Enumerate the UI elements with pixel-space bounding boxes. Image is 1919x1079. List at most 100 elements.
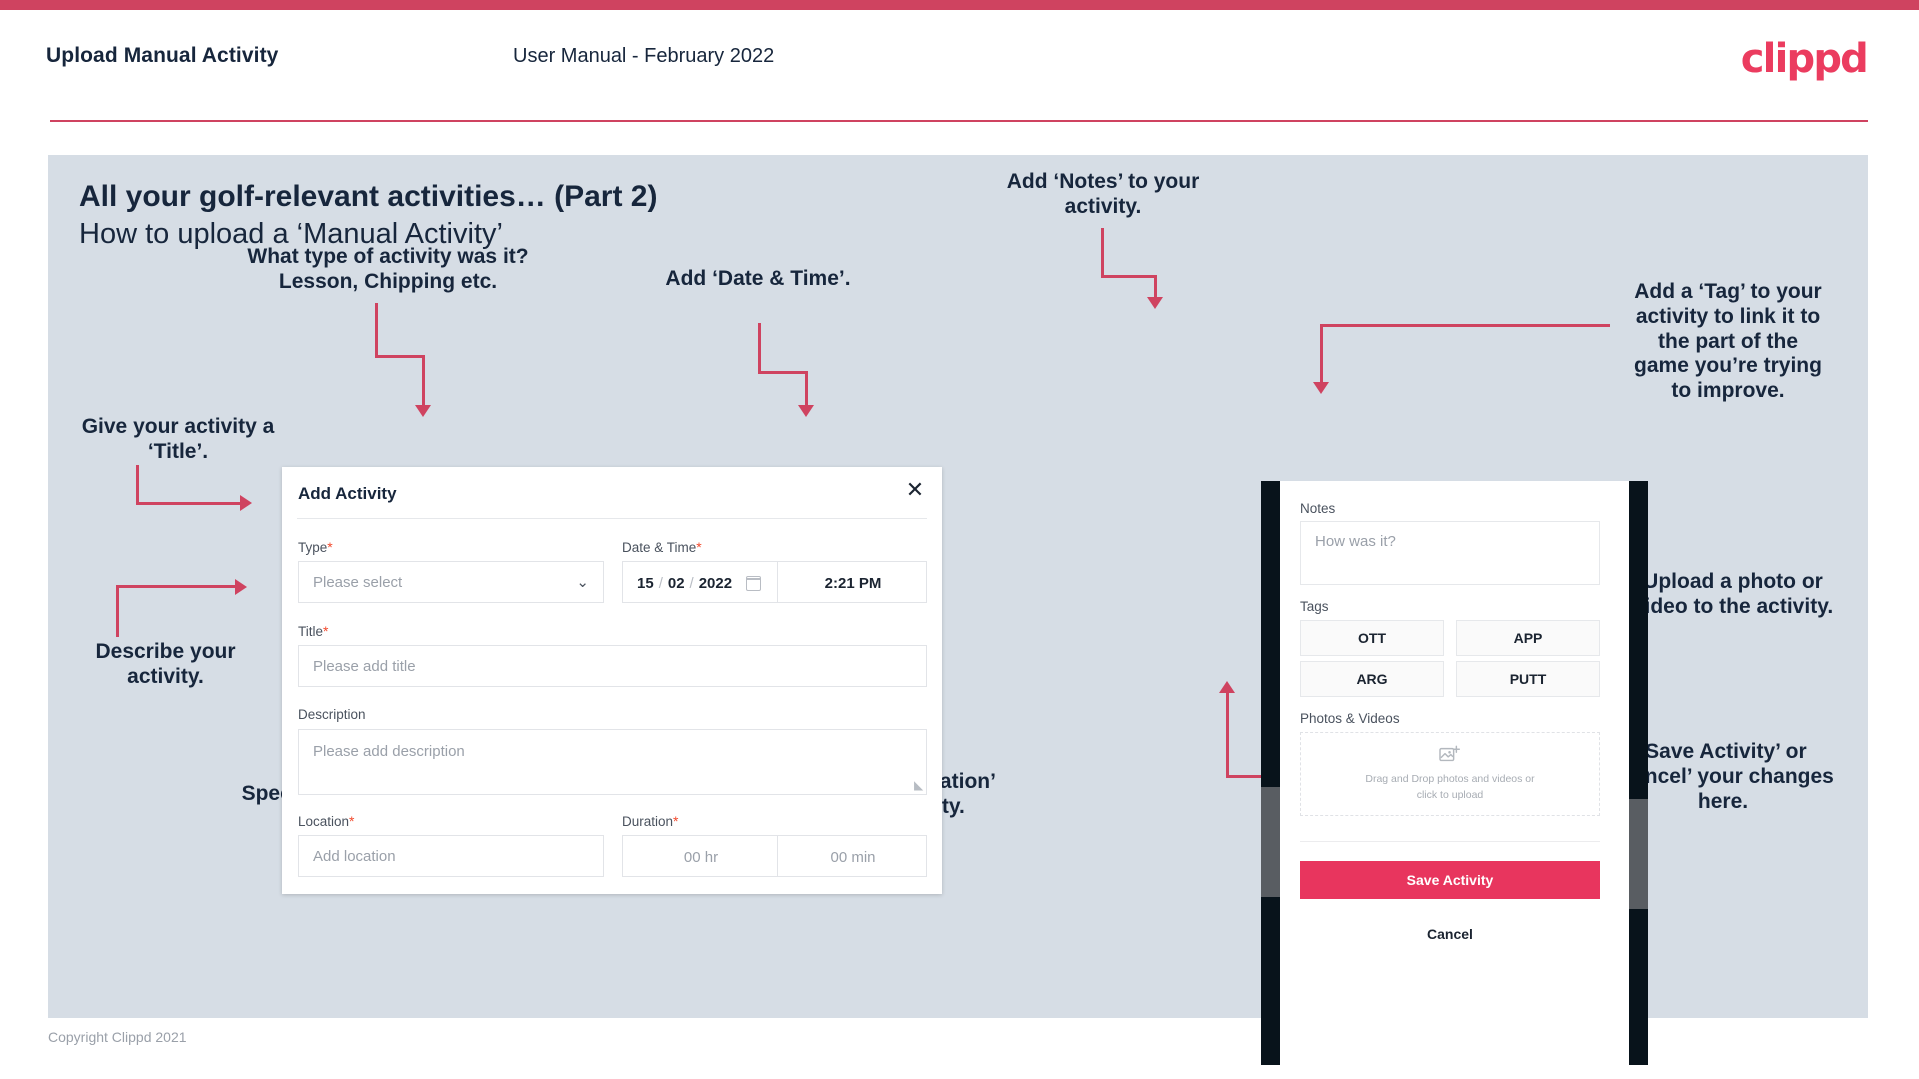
photo-upload-dropzone[interactable]: Drag and Drop photos and videos or click… [1300, 732, 1600, 816]
tag-button-putt-label: PUTT [1509, 671, 1547, 687]
footer-copyright: Copyright Clippd 2021 [48, 1029, 187, 1045]
description-placeholder: Please add description [313, 743, 465, 760]
description-label-text: Description [298, 707, 366, 722]
callout-tags: Add a ‘Tag’ to your activity to link it … [1634, 280, 1822, 403]
phone-actions-divider [1300, 841, 1600, 842]
resize-handle-icon[interactable]: ◢ [914, 778, 923, 792]
connector-notes-h [1101, 275, 1157, 278]
type-placeholder: Please select [313, 573, 403, 591]
callout-notes: Add ‘Notes’ to your activity. [1006, 170, 1200, 218]
date-day: 15 [637, 574, 654, 592]
connector-save-v [1226, 693, 1229, 777]
phone-bezel-left [1261, 481, 1280, 1065]
connector-type-v1 [375, 303, 378, 358]
type-select[interactable]: Please select ⌄ [298, 561, 604, 603]
duration-minutes-placeholder: 00 min [830, 848, 876, 866]
type-required-marker: * [327, 539, 333, 555]
connector-description-h [116, 585, 238, 588]
cancel-button[interactable]: Cancel [1300, 921, 1600, 947]
description-textarea[interactable]: Please add description ◢ [298, 729, 927, 795]
tag-button-ott[interactable]: OTT [1300, 620, 1444, 656]
connector-datetime-v2 [805, 371, 808, 408]
connector-datetime-h [758, 371, 808, 374]
duration-label-text: Duration [622, 814, 674, 829]
page-title: Upload Manual Activity [46, 44, 279, 67]
datetime-required-marker: * [696, 539, 702, 555]
title-placeholder: Please add title [313, 657, 416, 675]
phone-power-button-right [1629, 799, 1648, 909]
clippd-logo: clippd [1740, 36, 1869, 82]
notes-label: Notes [1300, 501, 1336, 516]
add-image-icon [1439, 745, 1460, 762]
callout-photos: Upload a photo or video to the activity. [1632, 570, 1834, 618]
connector-tags-h [1320, 324, 1610, 327]
title-label: Title* [298, 623, 328, 639]
notes-placeholder: How was it? [1315, 533, 1396, 550]
date-separator-1: / [658, 574, 663, 592]
callout-description: Describe your activity. [95, 640, 236, 688]
date-input[interactable]: 15 / 02 / 2022 [622, 561, 778, 603]
connector-description-arrow [235, 579, 247, 595]
connector-tags-v [1320, 324, 1323, 385]
phone-volume-button-left [1261, 787, 1280, 897]
tag-button-app[interactable]: APP [1456, 620, 1600, 656]
connector-description-v [116, 587, 119, 637]
save-activity-button[interactable]: Save Activity [1300, 861, 1600, 899]
tag-button-putt[interactable]: PUTT [1456, 661, 1600, 697]
tag-button-arg[interactable]: ARG [1300, 661, 1444, 697]
title-label-text: Title [298, 624, 324, 639]
callout-datetime: Add ‘Date & Time’. [665, 267, 851, 290]
phone-screen: Notes How was it? Tags OTT APP ARG PUTT … [1280, 481, 1629, 1065]
tags-label: Tags [1300, 599, 1329, 614]
duration-label: Duration* [622, 813, 678, 829]
add-activity-dialog: Add Activity ✕ Type* Please select ⌄ Dat… [282, 467, 942, 894]
callout-type: What type of activity was it? Lesson, Ch… [247, 245, 529, 293]
slide-canvas: All your golf-relevant activities… (Part… [48, 155, 1868, 1065]
connector-title-arrow [240, 495, 252, 511]
time-input[interactable]: 2:21 PM [777, 561, 927, 603]
connector-datetime-arrow [798, 405, 814, 417]
title-input[interactable]: Please add title [298, 645, 927, 687]
duration-required-marker: * [673, 813, 679, 829]
title-required-marker: * [323, 623, 329, 639]
dialog-header-divider [297, 518, 927, 519]
save-activity-label: Save Activity [1406, 872, 1494, 888]
header-subtitle: User Manual - February 2022 [513, 45, 775, 67]
photo-upload-hint: Drag and Drop photos and videos or click… [1365, 773, 1535, 801]
slide-title: All your golf-relevant activities… (Part… [79, 180, 658, 213]
header-divider [50, 120, 1868, 122]
connector-notes-arrow [1147, 297, 1163, 309]
duration-hours-input[interactable]: 00 hr [622, 835, 778, 877]
top-accent-bar [0, 0, 1919, 10]
connector-type-v2 [422, 355, 425, 408]
chevron-down-icon: ⌄ [576, 574, 589, 591]
connector-save-arrow [1219, 681, 1235, 693]
duration-minutes-input[interactable]: 00 min [777, 835, 927, 877]
location-required-marker: * [349, 813, 355, 829]
cancel-label: Cancel [1427, 926, 1473, 942]
tag-button-app-label: APP [1513, 630, 1543, 646]
connector-title-h [136, 502, 243, 505]
date-separator-2: / [689, 574, 694, 592]
connector-notes-v1 [1101, 228, 1104, 278]
connector-datetime-v1 [758, 323, 761, 373]
description-label: Description [298, 707, 366, 722]
type-label: Type* [298, 539, 333, 555]
location-placeholder: Add location [313, 847, 396, 865]
date-month: 02 [667, 574, 685, 592]
calendar-icon[interactable] [745, 575, 762, 591]
tag-button-ott-label: OTT [1358, 630, 1386, 646]
location-input[interactable]: Add location [298, 835, 604, 877]
datetime-label-text: Date & Time [622, 540, 697, 555]
dialog-title: Add Activity [298, 484, 397, 503]
date-year: 2022 [698, 574, 733, 592]
connector-title-v [136, 465, 139, 505]
tag-button-arg-label: ARG [1356, 671, 1388, 687]
phone-mockup: Notes How was it? Tags OTT APP ARG PUTT … [1261, 481, 1648, 1065]
datetime-label: Date & Time* [622, 539, 702, 555]
time-value: 2:21 PM [824, 574, 882, 592]
notes-textarea[interactable]: How was it? [1300, 521, 1600, 585]
close-icon[interactable]: ✕ [900, 475, 930, 505]
photos-label: Photos & Videos [1300, 711, 1400, 726]
phone-bezel-right [1629, 481, 1648, 1065]
